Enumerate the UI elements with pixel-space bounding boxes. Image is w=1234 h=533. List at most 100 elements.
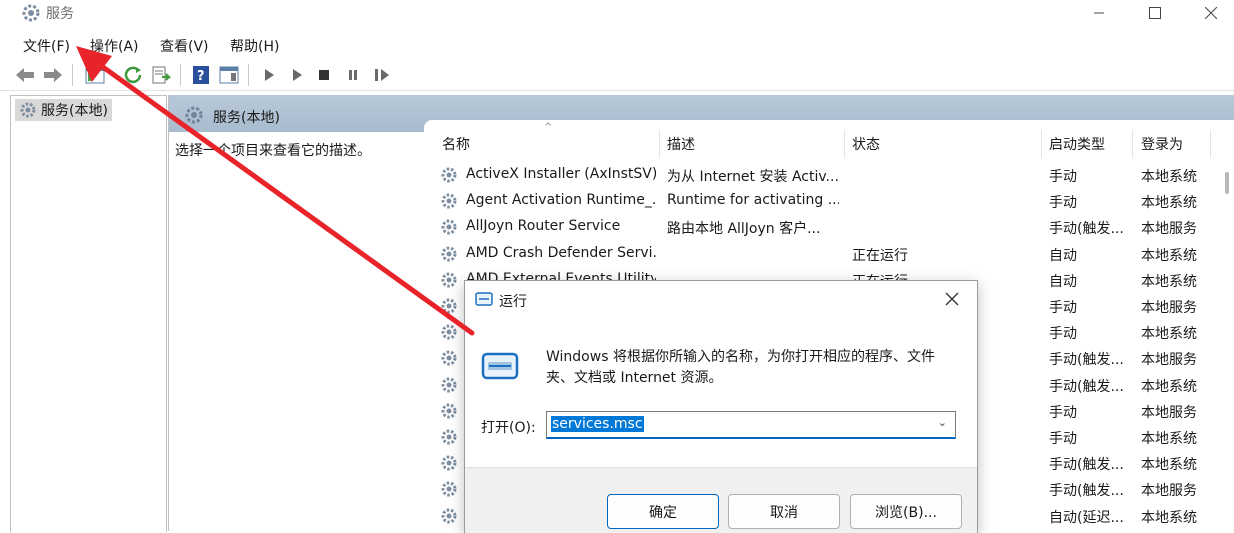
stop-service-button[interactable] <box>313 64 335 86</box>
run-dialog-footer: 确定 取消 浏览(B)... <box>465 467 977 533</box>
service-gear-icon <box>441 481 457 497</box>
table-row[interactable]: AMD Crash Defender Servi... 正在运行 自动 本地系统 <box>424 241 1234 267</box>
services-gear-icon <box>22 4 40 22</box>
cell-logon: 本地系统 <box>1141 378 1197 395</box>
action-pane-icon <box>219 66 239 84</box>
column-divider[interactable] <box>659 130 660 158</box>
cell-startup: 手动 <box>1049 404 1077 421</box>
close-window-button[interactable] <box>1188 0 1234 26</box>
column-header-logon-as[interactable]: 登录为 <box>1141 132 1183 156</box>
run-dialog-close-button[interactable] <box>939 287 965 313</box>
play-icon <box>265 69 274 81</box>
window-title: 服务 <box>46 6 74 22</box>
export-list-icon <box>152 66 171 84</box>
cell-startup: 手动(触发... <box>1049 378 1124 395</box>
menu-help[interactable]: 帮助(H) <box>230 36 279 56</box>
column-header-status[interactable]: 状态 <box>852 132 880 156</box>
service-gear-icon <box>441 377 457 393</box>
pause-service-button[interactable] <box>342 64 364 86</box>
cell-startup: 手动 <box>1049 169 1077 185</box>
pane-header-title: 服务(本地) <box>213 110 280 126</box>
back-arrow-icon <box>16 68 34 82</box>
cell-logon: 本地系统 <box>1141 247 1197 264</box>
cell-startup: 手动(触发... <box>1049 352 1124 369</box>
service-gear-icon <box>441 272 457 288</box>
chevron-down-icon[interactable]: ⌄ <box>938 416 947 429</box>
console-tree-pane: 服务(本地) <box>10 95 167 532</box>
toolbar-separator <box>180 64 181 86</box>
toolbar: ? <box>0 60 1234 91</box>
browse-button[interactable]: 浏览(B)... <box>850 494 962 529</box>
help-icon: ? <box>193 66 209 84</box>
cell-startup: 手动(触发... <box>1049 221 1124 238</box>
sort-ascending-icon: ^ <box>544 122 553 133</box>
table-row[interactable]: Agent Activation Runtime_... Runtime for … <box>424 188 1234 214</box>
tree-item-label: 服务(本地) <box>41 103 108 119</box>
menu-view[interactable]: 查看(V) <box>160 36 209 56</box>
run-large-icon <box>481 352 519 380</box>
run-dialog-title: 运行 <box>499 294 527 310</box>
description-prompt: 选择一个项目来查看它的描述。 <box>175 143 371 159</box>
menu-action[interactable]: 操作(A) <box>90 36 139 56</box>
export-list-button[interactable] <box>150 64 172 86</box>
minimize-button[interactable] <box>1076 0 1122 26</box>
cell-logon: 本地服务 <box>1141 483 1197 500</box>
maximize-icon <box>1149 7 1161 19</box>
stop-icon <box>319 70 329 80</box>
open-input-value[interactable]: services.msc <box>551 416 644 432</box>
service-gear-icon <box>441 298 457 314</box>
cell-name: AMD Crash Defender Servi... <box>466 244 656 261</box>
svg-text:?: ? <box>197 69 205 84</box>
restart-service-button[interactable] <box>371 64 393 86</box>
toolbar-separator <box>72 64 73 86</box>
cancel-button[interactable]: 取消 <box>728 494 840 529</box>
cell-desc: 路由本地 AllJoyn 客户... <box>667 221 821 238</box>
column-header-description[interactable]: 描述 <box>667 132 695 156</box>
description-area: 选择一个项目来查看它的描述。 <box>169 132 424 531</box>
close-icon <box>1205 7 1217 19</box>
open-combobox[interactable]: services.msc ⌄ <box>546 411 956 439</box>
column-header-name[interactable]: 名称 <box>442 132 470 156</box>
close-icon <box>945 292 959 306</box>
table-row[interactable]: ActiveX Installer (AxInstSV) 为从 Internet … <box>424 162 1234 188</box>
cell-startup: 自动 <box>1049 247 1077 264</box>
start-service-button[interactable] <box>258 64 280 86</box>
cell-logon: 本地服务 <box>1141 300 1197 316</box>
cell-startup: 手动 <box>1049 431 1077 447</box>
service-gear-icon <box>441 350 457 366</box>
menu-file[interactable]: 文件(F) <box>23 36 70 56</box>
service-gear-icon <box>441 429 457 445</box>
show-hide-action-pane-button[interactable] <box>218 64 240 86</box>
gear-icon <box>20 102 36 118</box>
column-divider[interactable] <box>844 130 845 158</box>
minimize-icon <box>1094 12 1104 14</box>
column-divider[interactable] <box>1210 130 1211 158</box>
cell-startup: 自动(延迟... <box>1049 509 1124 526</box>
cell-startup: 手动 <box>1049 300 1077 316</box>
title-bar: 服务 <box>0 0 1234 30</box>
service-gear-icon <box>441 403 457 419</box>
column-divider[interactable] <box>1132 130 1133 158</box>
help-button[interactable]: ? <box>190 64 212 86</box>
service-gear-icon <box>441 324 457 340</box>
cell-logon: 本地系统 <box>1141 431 1197 447</box>
tree-item-services-local[interactable]: 服务(本地) <box>15 99 112 121</box>
cell-logon: 本地服务 <box>1141 352 1197 369</box>
refresh-icon <box>124 66 142 84</box>
column-header-startup-type[interactable]: 启动类型 <box>1049 132 1105 156</box>
forward-arrow-icon <box>44 68 62 82</box>
cell-name: Agent Activation Runtime_... <box>466 192 656 209</box>
refresh-button[interactable] <box>122 64 144 86</box>
pause-icon <box>349 70 357 80</box>
forward-button[interactable] <box>42 64 64 86</box>
start-service-alt-button[interactable] <box>286 64 308 86</box>
cell-logon: 本地系统 <box>1141 169 1197 185</box>
column-divider[interactable] <box>1041 130 1042 158</box>
cell-startup: 手动(触发... <box>1049 483 1124 500</box>
ok-button[interactable]: 确定 <box>607 494 719 529</box>
table-row[interactable]: AllJoyn Router Service 路由本地 AllJoyn 客户...… <box>424 214 1234 240</box>
cell-startup: 手动 <box>1049 326 1077 343</box>
show-hide-console-tree-button[interactable] <box>84 64 106 86</box>
back-button[interactable] <box>14 64 36 86</box>
maximize-button[interactable] <box>1132 0 1178 26</box>
